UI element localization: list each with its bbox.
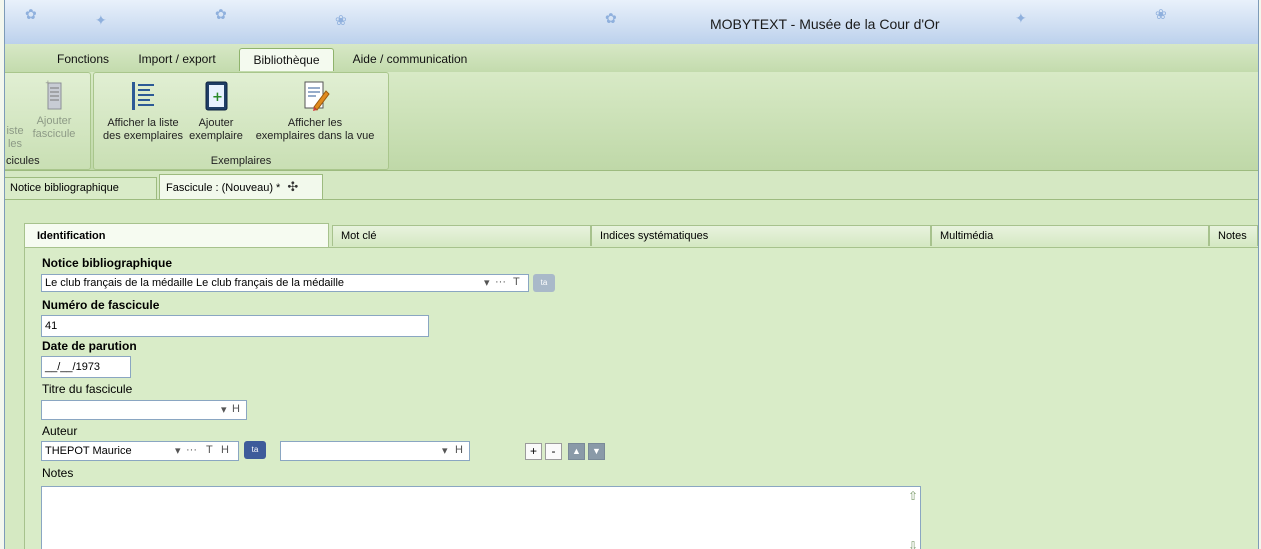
document-tab-bar: Notice bibliographique Fascicule : (Nouv… (5, 171, 1258, 200)
notice-t-button[interactable]: T (513, 276, 520, 288)
auteur-role-h-button[interactable]: H (455, 444, 463, 456)
titre-field[interactable] (41, 400, 247, 420)
notice-tag-icon[interactable]: ta (533, 274, 555, 292)
butterfly-decoration-icon: ❀ (1155, 6, 1167, 22)
ajouter-fascicule-button[interactable]: + Ajouter fascicule (28, 79, 80, 141)
identification-panel: Notice bibliographique Le club français … (24, 247, 1258, 549)
tab-fascicule-label: Fascicule : (Nouveau) * (166, 182, 281, 194)
content-area: ✦ ❀ ✿ Identification Mot clé Indices sys… (5, 200, 1258, 549)
svg-text:+: + (45, 79, 51, 87)
move-author-down-button[interactable]: ▼ (588, 443, 605, 460)
afficher-exemplaires-vue-button[interactable]: Afficher les exemplaires dans la vue (246, 79, 384, 143)
ajouter-exemplaire-button[interactable]: + Ajouter exemplaire (188, 79, 244, 143)
add-book-icon: + (205, 81, 228, 111)
titre-h-button[interactable]: H (232, 403, 240, 415)
ribbon-group-fascicules: iste les + Ajouter fascicule cicules (5, 72, 91, 170)
tab-notes[interactable]: Notes (1209, 225, 1258, 246)
tab-aide-communication[interactable]: Aide / communication (345, 48, 475, 70)
app-window: ✿ ✦ ✿ ❀ ✿ ✦ ❀ MOBYTEXT - Musée de la Cou… (4, 0, 1259, 549)
ribbon-group-exemplaires: Afficher la liste des exemplaires + Ajou… (93, 72, 389, 170)
liste-fascicules-button[interactable]: iste les (5, 125, 26, 151)
afficher-liste-label: Afficher la liste des exemplaires (102, 117, 184, 142)
window-title: MOBYTEXT - Musée de la Cour d'Or (710, 16, 940, 32)
notes-label: Notes (42, 466, 74, 480)
tab-fonctions[interactable]: Fonctions (43, 48, 123, 70)
auteur-role-dropdown-icon[interactable]: ▾ (442, 444, 448, 457)
remove-author-button[interactable]: - (545, 443, 562, 460)
auteur-label: Auteur (42, 424, 78, 438)
auteur-h-button[interactable]: H (221, 444, 229, 456)
document-edit-icon (304, 81, 330, 111)
title-bar: ✿ ✦ ✿ ❀ ✿ ✦ ❀ MOBYTEXT - Musée de la Cou… (5, 0, 1258, 45)
tab-bibliotheque[interactable]: Bibliothèque (239, 48, 334, 71)
auteur-more-icon[interactable]: ··· (186, 444, 197, 456)
butterfly-decoration-icon: ✦ (95, 12, 107, 28)
inner-tab-bar: Identification Mot clé Indices systémati… (24, 223, 1258, 247)
scroll-down-icon[interactable]: ⇩ (908, 539, 918, 549)
notice-field[interactable]: Le club français de la médaille Le club … (41, 274, 529, 292)
ribbon-group-label: Exemplaires (210, 155, 272, 167)
list-icon (132, 82, 154, 110)
tab-notice-bibliographique[interactable]: Notice bibliographique (5, 177, 157, 199)
auteur-tag-icon[interactable]: ta (244, 441, 266, 459)
numero-label: Numéro de fascicule (42, 298, 160, 312)
svg-text:+: + (212, 90, 223, 105)
tab-multimedia[interactable]: Multimédia (931, 225, 1209, 246)
tab-identification[interactable]: Identification (24, 223, 329, 247)
scroll-up-icon[interactable]: ⇧ (908, 489, 918, 503)
butterfly-decoration-icon: ❀ (335, 12, 347, 28)
butterfly-decoration-icon: ✿ (605, 10, 617, 26)
add-author-button[interactable]: + (525, 443, 542, 460)
add-fascicule-icon: + (45, 79, 62, 110)
afficher-liste-exemplaires-button[interactable]: Afficher la liste des exemplaires (98, 79, 188, 143)
ajouter-exemplaire-label: Ajouter exemplaire (189, 117, 243, 142)
butterfly-decoration-icon: ✦ (1015, 10, 1027, 26)
close-tab-icon[interactable]: ✣ (287, 179, 298, 194)
ribbon-group-label: cicules (6, 155, 40, 167)
titre-label: Titre du fascicule (42, 382, 133, 396)
titre-dropdown-icon[interactable]: ▾ (221, 403, 227, 416)
tab-mot-cle[interactable]: Mot clé (332, 225, 591, 246)
notice-dropdown-icon[interactable]: ▾ (484, 276, 490, 289)
tab-indices-systematiques[interactable]: Indices systématiques (591, 225, 931, 246)
date-label: Date de parution (42, 339, 137, 353)
numero-field[interactable]: 41 (41, 315, 429, 337)
auteur-t-button[interactable]: T (206, 444, 213, 456)
ajouter-fascicule-label: Ajouter fascicule (32, 115, 76, 140)
date-field[interactable]: __/__/1973 (41, 356, 131, 378)
butterfly-decoration-icon: ✿ (215, 6, 227, 22)
afficher-vue-label: Afficher les exemplaires dans la vue (255, 117, 375, 142)
tab-import-export[interactable]: Import / export (127, 48, 227, 70)
move-author-up-button[interactable]: ▲ (568, 443, 585, 460)
ribbon-tab-bar: Fonctions Import / export Bibliothèque A… (5, 44, 1258, 72)
notice-label: Notice bibliographique (42, 256, 173, 270)
tab-fascicule-nouveau[interactable]: Fascicule : (Nouveau) * ✣ (159, 174, 323, 199)
notice-more-icon[interactable]: ··· (495, 276, 506, 288)
ribbon-panel: iste les + Ajouter fascicule cicules Aff… (5, 72, 1258, 171)
auteur-dropdown-icon[interactable]: ▾ (175, 444, 181, 457)
notes-textarea[interactable]: ⇧ ⇩ (41, 486, 921, 549)
butterfly-decoration-icon: ✿ (25, 6, 37, 22)
